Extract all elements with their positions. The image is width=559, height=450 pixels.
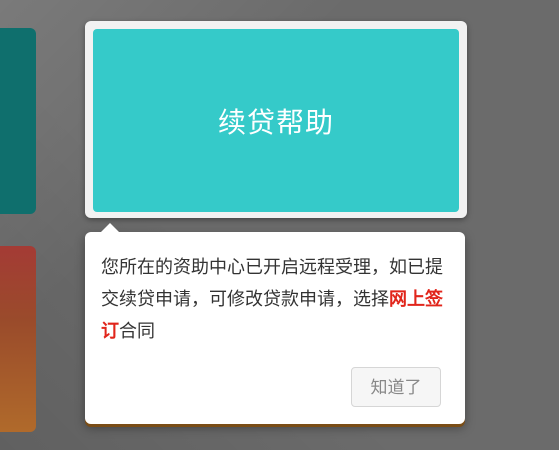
got-it-button[interactable]: 知道了 <box>351 367 441 407</box>
guide-popover: 您所在的资助中心已开启远程受理，如已提交续贷申请，可修改贷款申请，选择网上签订合… <box>85 223 465 424</box>
left-tile-teal[interactable] <box>0 28 36 214</box>
renewal-help-title: 续贷帮助 <box>217 105 334 139</box>
renewal-help-tile[interactable]: 续贷帮助 <box>93 29 459 212</box>
left-tile-warm[interactable] <box>0 246 36 432</box>
renewal-help-tile-frame: 续贷帮助 <box>85 21 467 218</box>
popover-message-tail: 合同 <box>119 321 155 342</box>
popover-message: 您所在的资助中心已开启远程受理，如已提交续贷申请，可修改贷款申请，选择网上签订合… <box>101 252 451 348</box>
popover-pointer <box>101 223 119 232</box>
